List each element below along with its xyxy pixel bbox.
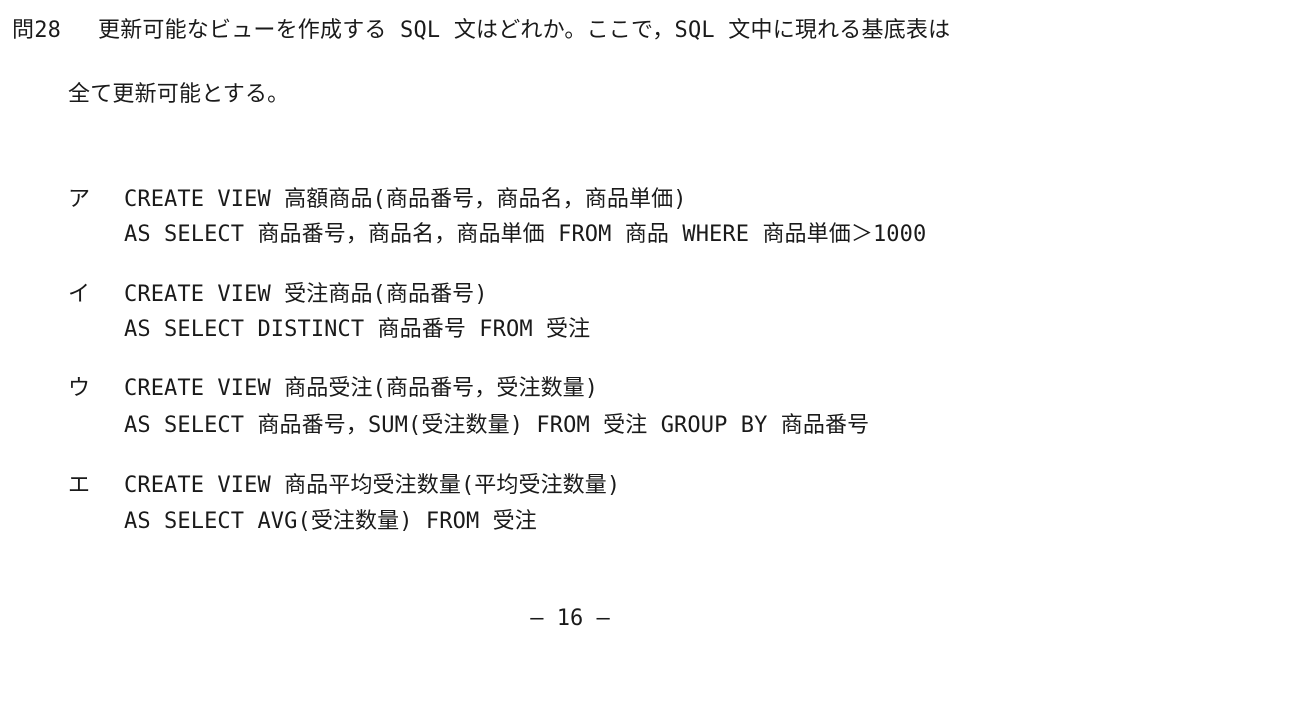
choice-label-u: ウ (68, 376, 91, 401)
choice-label-a: ア (68, 187, 91, 212)
choice-e-line-2: AS SELECT AVG(受注数量) FROM 受注 (124, 509, 537, 534)
question-number: 問28 (12, 18, 62, 43)
page-number: ― 16 ― (530, 606, 610, 631)
choice-u-line-2: AS SELECT 商品番号，SUM(受注数量) FROM 受注 GROUP B… (124, 413, 870, 438)
choice-label-e: エ (68, 473, 91, 498)
choice-a-line-1: CREATE VIEW 高額商品(商品番号，商品名，商品単価) (124, 187, 687, 212)
question-text-line-1: 更新可能なビューを作成する SQL 文はどれか。ここで，SQL 文中に現れる基底… (98, 18, 951, 43)
question-line-1: 問28 更新可能なビューを作成する SQL 文はどれか。ここで，SQL 文中に現れ… (12, 16, 950, 46)
question-text-line-2: 全て更新可能とする。 (68, 82, 290, 107)
choice-a-line-2: AS SELECT 商品番号，商品名，商品単価 FROM 商品 WHERE 商品… (124, 222, 927, 247)
choice-u-line-1: CREATE VIEW 商品受注(商品番号，受注数量) (124, 376, 599, 401)
choice-e-line-1: CREATE VIEW 商品平均受注数量(平均受注数量) (124, 473, 621, 498)
choice-label-i: イ (68, 282, 91, 307)
choice-i-line-2: AS SELECT DISTINCT 商品番号 FROM 受注 (124, 317, 591, 342)
exam-page: 問28 更新可能なビューを作成する SQL 文はどれか。ここで，SQL 文中に現れ… (0, 0, 1289, 710)
choice-i-line-1: CREATE VIEW 受注商品(商品番号) (124, 282, 488, 307)
